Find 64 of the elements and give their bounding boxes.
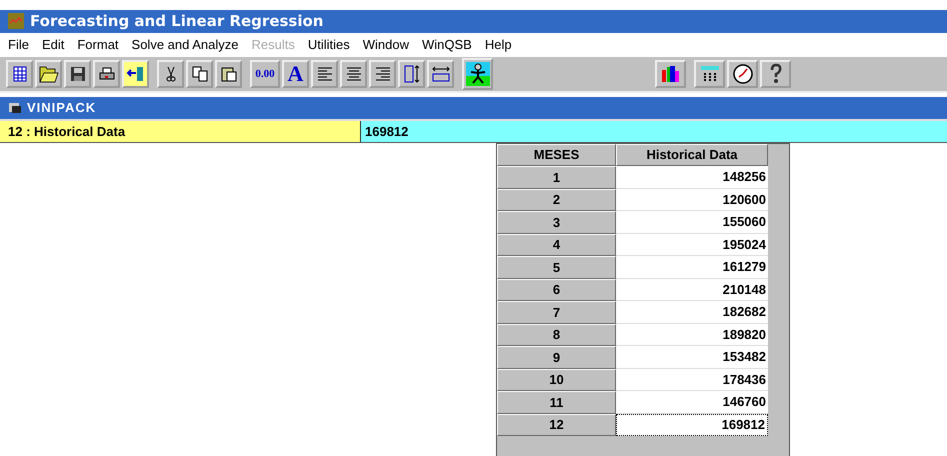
copy-tool-button[interactable]: [186, 60, 213, 88]
exit-tool-button[interactable]: [122, 60, 149, 88]
cell-label: 12 : Historical Data: [0, 120, 361, 142]
calculator-tool-button[interactable]: [694, 60, 725, 88]
table-cell[interactable]: 195024: [616, 234, 768, 256]
row-header: 7: [497, 301, 616, 324]
table-cell[interactable]: 153482: [616, 346, 768, 368]
running-figure-icon: [466, 62, 490, 86]
decimal-button[interactable]: 0.00: [250, 60, 280, 88]
table-cell[interactable]: 169812: [616, 414, 768, 436]
folder-icon: [38, 64, 58, 84]
row-header: 10: [497, 368, 616, 391]
table-cell[interactable]: 210148: [616, 278, 768, 301]
row-header: 11: [497, 391, 616, 414]
save-tool-button[interactable]: [64, 60, 91, 88]
menu-item[interactable]: Edit: [42, 37, 64, 52]
menu-item[interactable]: WinQSB: [422, 37, 472, 52]
table-cell[interactable]: 182682: [616, 301, 768, 324]
table-cell[interactable]: 161279: [616, 256, 768, 278]
copy-icon: [190, 64, 210, 84]
help-tool-button[interactable]: [760, 60, 791, 88]
row-header: 4: [497, 234, 616, 256]
center-tool-button[interactable]: [340, 60, 367, 88]
menu-item[interactable]: File: [8, 37, 29, 52]
menu-item[interactable]: Solve and Analyze: [132, 37, 238, 52]
row-header: 12: [497, 414, 616, 436]
clock-tool-button[interactable]: [727, 60, 758, 88]
table-tool-button[interactable]: [6, 60, 33, 88]
window-title: Forecasting and Linear Regression: [30, 12, 324, 30]
table-cell[interactable]: 120600: [616, 188, 768, 211]
print-tool-button[interactable]: [93, 60, 120, 88]
menu-item[interactable]: Help: [484, 37, 512, 52]
chart-tool-button[interactable]: [655, 60, 686, 88]
row-header: 6: [497, 278, 616, 301]
row-header: 5: [497, 256, 616, 278]
clock-icon: [732, 62, 754, 85]
figure-tool-button[interactable]: [462, 58, 493, 90]
menu-item[interactable]: Format: [77, 37, 119, 52]
row-header: 8: [497, 324, 616, 346]
right-tool-button[interactable]: [369, 60, 396, 88]
row-header: 9: [497, 346, 616, 368]
paste-tool-button[interactable]: [215, 60, 242, 88]
table-cell[interactable]: 155060: [616, 211, 768, 234]
column-header: MESES: [497, 144, 616, 166]
table-cell[interactable]: 189820: [616, 324, 768, 346]
row-height-icon: [402, 64, 422, 84]
column-width-icon: [430, 64, 450, 84]
open-tool-button[interactable]: [35, 60, 62, 88]
font-button[interactable]: A: [282, 60, 309, 88]
document-title: VINIPACK: [27, 100, 96, 116]
cell-value-field[interactable]: 169812: [361, 120, 947, 142]
app-icon: [8, 13, 24, 30]
cut-tool-button[interactable]: [157, 60, 184, 88]
menu-item[interactable]: Utilities: [308, 37, 350, 52]
row-header: 1: [497, 166, 616, 188]
table-cell[interactable]: 178436: [616, 368, 768, 391]
column-header: Historical Data: [616, 144, 768, 166]
document-icon: [8, 102, 22, 114]
row-header: 3: [497, 211, 616, 234]
row-header: 2: [497, 188, 616, 211]
table-cell[interactable]: 146760: [616, 391, 768, 414]
menu-item[interactable]: Window: [362, 37, 410, 52]
table-cell[interactable]: 148256: [616, 166, 768, 188]
left-tool-button[interactable]: [311, 60, 338, 88]
